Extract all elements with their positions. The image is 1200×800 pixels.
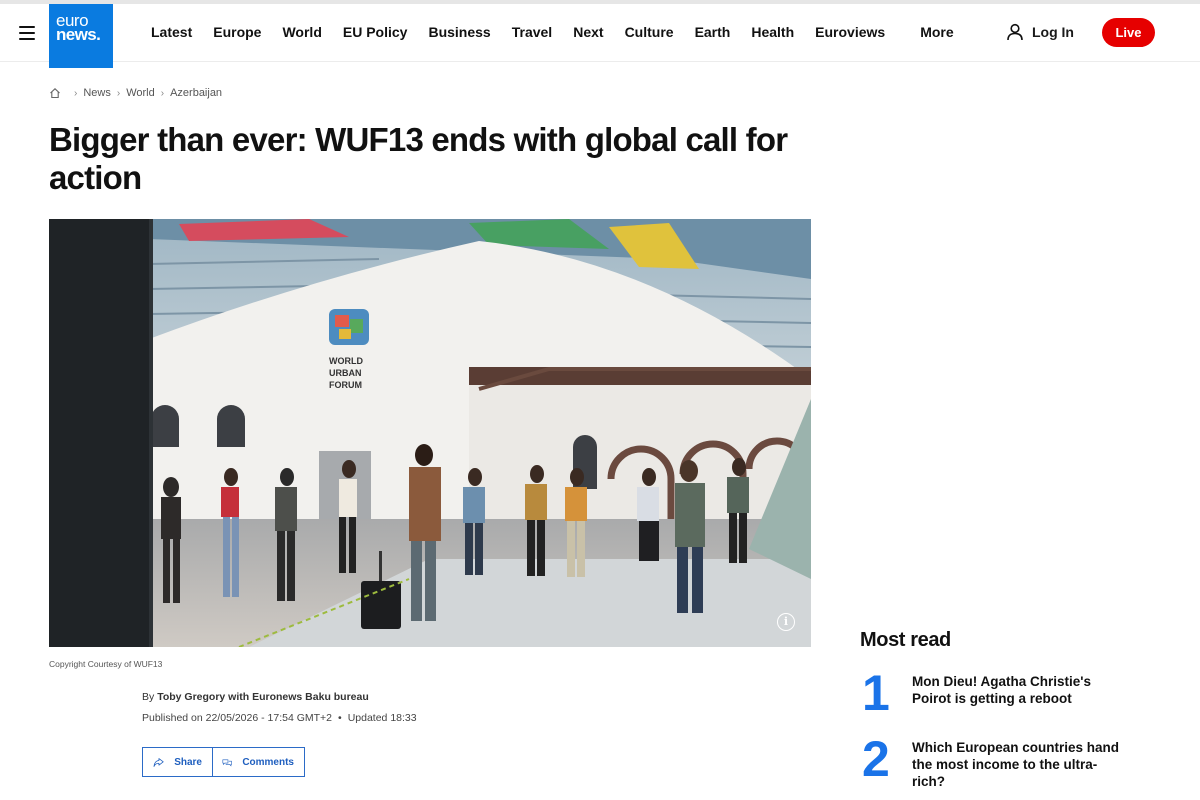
most-read-item[interactable]: 2 Which European countries hand the most…	[862, 731, 1122, 790]
most-read-item[interactable]: 1 Mon Dieu! Agatha Christie's Poirot is …	[862, 665, 1122, 721]
comments-label: Comments	[242, 756, 294, 768]
most-read-rank: 2	[862, 731, 890, 787]
chevron-right-icon: ›	[116, 87, 121, 99]
most-read-headline[interactable]: Which European countries hand the most i…	[912, 736, 1122, 790]
share-actions: Share Comments	[142, 747, 305, 777]
logo-line-2: news.	[56, 25, 101, 44]
byline-author[interactable]: Toby Gregory with Euronews Baku bureau	[157, 691, 369, 703]
sign-forum: FORUM	[329, 380, 362, 390]
breadcrumb: › News › World › Azerbaijan	[49, 87, 222, 99]
published-date: Published on 22/05/2026 - 17:54 GMT+2	[142, 712, 333, 724]
photo-illustration: WORLD URBAN FORUM	[49, 219, 811, 647]
site-header: euro news. Latest Europe World EU Policy…	[0, 4, 1200, 68]
chevron-right-icon: ›	[160, 87, 165, 99]
chevron-right-icon: ›	[74, 87, 78, 99]
breadcrumb-news[interactable]: News	[83, 87, 111, 99]
main-nav: Latest Europe World EU Policy Business T…	[151, 24, 975, 44]
most-read-rank: 1	[862, 665, 890, 721]
user-icon	[1007, 23, 1023, 41]
most-read-heading: Most read	[860, 629, 951, 651]
share-icon	[153, 757, 164, 767]
most-read-headline[interactable]: Mon Dieu! Agatha Christie's Poirot is ge…	[912, 670, 1122, 716]
nav-health[interactable]: Health	[751, 24, 794, 44]
euronews-logo[interactable]: euro news.	[49, 4, 113, 68]
nav-earth[interactable]: Earth	[695, 24, 731, 44]
article-title: Bigger than ever: WUF13 ends with global…	[49, 121, 788, 196]
share-button[interactable]: Share	[142, 747, 213, 777]
updated-time: Updated 18:33	[347, 712, 417, 724]
info-icon[interactable]: i	[777, 613, 795, 631]
separator-dot: •	[338, 712, 342, 724]
breadcrumb-world[interactable]: World	[126, 87, 155, 99]
login-button[interactable]: Log In	[1006, 23, 1074, 41]
login-label: Log In	[1032, 24, 1074, 40]
nav-travel[interactable]: Travel	[512, 24, 552, 44]
comments-icon	[222, 758, 232, 766]
image-copyright: Copyright Courtesy of WUF13	[49, 659, 163, 669]
nav-euroviews[interactable]: Euroviews	[815, 24, 885, 44]
breadcrumb-azerbaijan[interactable]: Azerbaijan	[170, 87, 222, 99]
nav-next[interactable]: Next	[573, 24, 603, 44]
byline-prefix: By	[142, 691, 155, 703]
live-button[interactable]: Live	[1102, 18, 1155, 47]
nav-world[interactable]: World	[282, 24, 321, 44]
byline: By Toby Gregory with Euronews Baku burea…	[142, 691, 369, 703]
publish-info: Published on 22/05/2026 - 17:54 GMT+2 • Up…	[142, 712, 417, 724]
nav-business[interactable]: Business	[428, 24, 490, 44]
share-label: Share	[174, 756, 202, 768]
nav-more[interactable]: More	[920, 24, 953, 44]
sign-urban: URBAN	[329, 368, 362, 378]
nav-culture[interactable]: Culture	[625, 24, 674, 44]
sign-world: WORLD	[329, 356, 363, 366]
comments-button[interactable]: Comments	[213, 747, 305, 777]
nav-latest[interactable]: Latest	[151, 24, 192, 44]
nav-europe[interactable]: Europe	[213, 24, 261, 44]
nav-eu-policy[interactable]: EU Policy	[343, 24, 408, 44]
article-hero-image[interactable]: WORLD URBAN FORUM i	[49, 219, 811, 647]
hamburger-menu-icon[interactable]	[19, 26, 35, 40]
home-icon[interactable]	[49, 87, 61, 99]
